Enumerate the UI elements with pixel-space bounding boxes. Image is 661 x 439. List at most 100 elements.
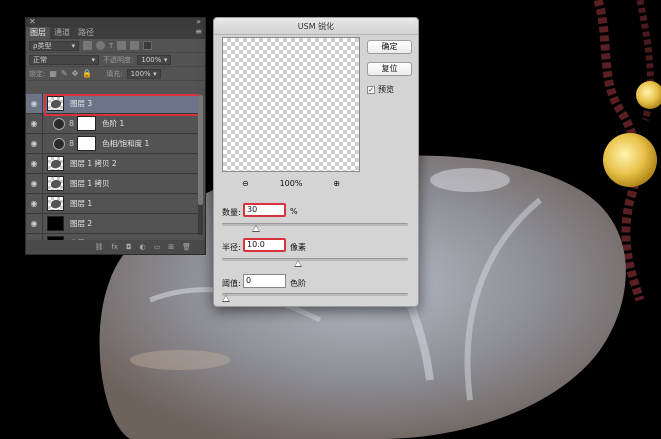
visibility-eye-icon[interactable]: ◉ xyxy=(26,219,42,228)
blend-mode-value: 正常 xyxy=(33,55,47,64)
checkmark-icon[interactable]: ✓ xyxy=(367,85,375,94)
amount-unit: % xyxy=(290,207,298,216)
layer-name: 色相/饱和度 1 xyxy=(102,139,150,148)
filter-preview-area[interactable] xyxy=(222,37,360,172)
link-layers-icon[interactable]: ⛓ xyxy=(94,243,103,251)
adjustment-layer-icon xyxy=(53,117,65,130)
layer-mask-thumbnail xyxy=(77,136,97,151)
layer-row-levels-1[interactable]: ◉ 8 色阶 1 xyxy=(26,113,199,134)
preview-checkbox[interactable]: ✓ 预览 xyxy=(367,84,394,95)
visibility-eye-icon[interactable]: ◉ xyxy=(26,199,42,208)
filter-toggle-icon[interactable] xyxy=(143,41,153,50)
shape-filter-icon[interactable] xyxy=(117,41,127,50)
layer-name: 图层 1 拷贝 xyxy=(70,179,110,188)
fill-value: 100% xyxy=(130,69,151,78)
filter-kind-value: ρ类型 xyxy=(33,41,52,50)
filter-row: ρ类型 ▾ T xyxy=(26,39,205,53)
radius-slider-track[interactable] xyxy=(222,258,408,261)
radius-slider-handle[interactable] xyxy=(294,260,302,267)
layer-name: 图层 1 xyxy=(70,199,93,208)
layer-list: ◉ 图层 3 ◉ 8 色阶 1 ◉ 8 色相/饱和度 1 ◉ 图层 1 拷贝 2… xyxy=(26,93,200,254)
visibility-eye-icon[interactable]: ◉ xyxy=(26,119,42,128)
layer-thumbnail xyxy=(47,96,64,111)
opacity-label: 不透明度: xyxy=(103,55,134,64)
radius-input[interactable]: 10.0 xyxy=(243,238,286,252)
chevron-down-icon: ▾ xyxy=(71,41,75,50)
opacity-value: 100% xyxy=(141,55,162,64)
opacity-field[interactable]: 100% ▾ xyxy=(137,54,172,65)
link-chain-icon: 8 xyxy=(69,119,75,128)
visibility-eye-icon[interactable]: ◉ xyxy=(26,99,42,108)
panel-menu-icon[interactable]: ≡ xyxy=(195,27,202,36)
fill-field[interactable]: 100% ▾ xyxy=(126,68,161,79)
blend-mode-select[interactable]: 正常 ▾ xyxy=(29,54,99,65)
smart-object-filter-icon[interactable] xyxy=(130,41,140,50)
lock-transparency-icon[interactable]: ▦ xyxy=(49,69,57,78)
chevron-down-icon: ▾ xyxy=(163,55,168,64)
panel-bottom-toolbar: ⛓ fx ◘ ◐ ▭ ⊞ 🗑 xyxy=(26,240,205,254)
visibility-eye-icon[interactable]: ◉ xyxy=(26,159,42,168)
scrollbar-thumb[interactable] xyxy=(198,95,203,205)
layer-name: 色阶 1 xyxy=(102,119,125,128)
zoom-controls: ⊖ 100% ⊕ xyxy=(222,179,360,188)
lock-brush-icon[interactable]: ✎ xyxy=(61,69,68,78)
layer-row-layer-1[interactable]: ◉ 图层 1 xyxy=(26,193,199,214)
add-mask-icon[interactable]: ◘ xyxy=(126,243,132,251)
layer-row-layer-2[interactable]: ◉ 图层 2 xyxy=(26,213,199,234)
layers-panel: ✕ » 图层 通道 路径 ≡ ρ类型 ▾ T 正常 ▾ 不透明度: 100% ▾ 锁定… xyxy=(25,17,206,255)
lock-label: 锁定: xyxy=(29,69,46,78)
layer-thumbnail xyxy=(47,156,64,171)
zoom-out-icon[interactable]: ⊖ xyxy=(242,179,249,188)
chevron-down-icon: ▾ xyxy=(91,55,95,64)
layer-name: 图层 2 xyxy=(70,219,93,228)
ok-button[interactable]: 确定 xyxy=(367,40,412,54)
layer-row-layer-1-copy[interactable]: ◉ 图层 1 拷贝 xyxy=(26,173,199,194)
layer-row-hue-saturation-1[interactable]: ◉ 8 色相/饱和度 1 xyxy=(26,133,199,154)
amount-input[interactable]: 30 xyxy=(243,203,286,217)
adjustment-filter-icon[interactable] xyxy=(96,41,105,50)
type-filter-icon[interactable]: T xyxy=(109,42,113,50)
layers-scrollbar[interactable] xyxy=(198,95,203,235)
threshold-label: 阈值: xyxy=(222,279,241,288)
threshold-input[interactable]: 0 xyxy=(243,274,286,288)
collapse-icon[interactable]: » xyxy=(196,18,201,26)
adjustment-layer-icon xyxy=(53,137,65,150)
blend-row: 正常 ▾ 不透明度: 100% ▾ xyxy=(26,53,205,67)
zoom-in-icon[interactable]: ⊕ xyxy=(333,179,340,188)
panel-title-bar: ✕ » xyxy=(26,18,205,27)
zoom-level: 100% xyxy=(279,179,303,188)
layer-thumbnail xyxy=(47,176,64,191)
filter-kind-select[interactable]: ρ类型 ▾ xyxy=(29,40,79,51)
radius-unit: 像素 xyxy=(290,243,306,252)
image-filter-icon[interactable] xyxy=(83,41,92,50)
visibility-eye-icon[interactable]: ◉ xyxy=(26,179,42,188)
amount-slider-track[interactable] xyxy=(222,223,408,226)
lock-row: 锁定: ▦ ✎ ✥ 🔒 填充: 100% ▾ xyxy=(26,67,205,81)
layer-row-layer-3[interactable]: ◉ 图层 3 xyxy=(26,93,200,116)
panel-tabs: 图层 通道 路径 ≡ xyxy=(26,27,205,39)
fx-icon[interactable]: fx xyxy=(111,243,118,251)
layer-thumbnail xyxy=(47,216,64,231)
link-chain-icon: 8 xyxy=(69,139,75,148)
layer-name: 图层 1 拷贝 2 xyxy=(70,159,117,168)
amount-slider-handle[interactable] xyxy=(252,225,260,232)
lock-position-icon[interactable]: ✥ xyxy=(72,69,79,78)
dialog-title: USM 锐化 xyxy=(214,18,418,35)
delete-layer-icon[interactable]: 🗑 xyxy=(182,243,191,251)
new-layer-icon[interactable]: ⊞ xyxy=(168,243,174,251)
chevron-down-icon: ▾ xyxy=(153,69,157,78)
layer-mask-thumbnail xyxy=(77,116,97,131)
tab-channels[interactable]: 通道 xyxy=(50,27,74,39)
new-group-icon[interactable]: ▭ xyxy=(154,243,161,251)
lock-all-icon[interactable]: 🔒 xyxy=(82,69,92,78)
reset-button[interactable]: 复位 xyxy=(367,62,412,76)
tab-layers[interactable]: 图层 xyxy=(26,27,50,39)
close-icon[interactable]: ✕ xyxy=(29,18,36,26)
new-adjustment-icon[interactable]: ◐ xyxy=(140,243,146,251)
layer-row-layer-1-copy-2[interactable]: ◉ 图层 1 拷贝 2 xyxy=(26,153,199,174)
threshold-slider-handle[interactable] xyxy=(222,295,230,302)
visibility-eye-icon[interactable]: ◉ xyxy=(26,139,42,148)
tab-paths[interactable]: 路径 xyxy=(74,27,98,39)
threshold-slider-track[interactable] xyxy=(222,293,408,296)
preview-label: 预览 xyxy=(378,85,394,94)
